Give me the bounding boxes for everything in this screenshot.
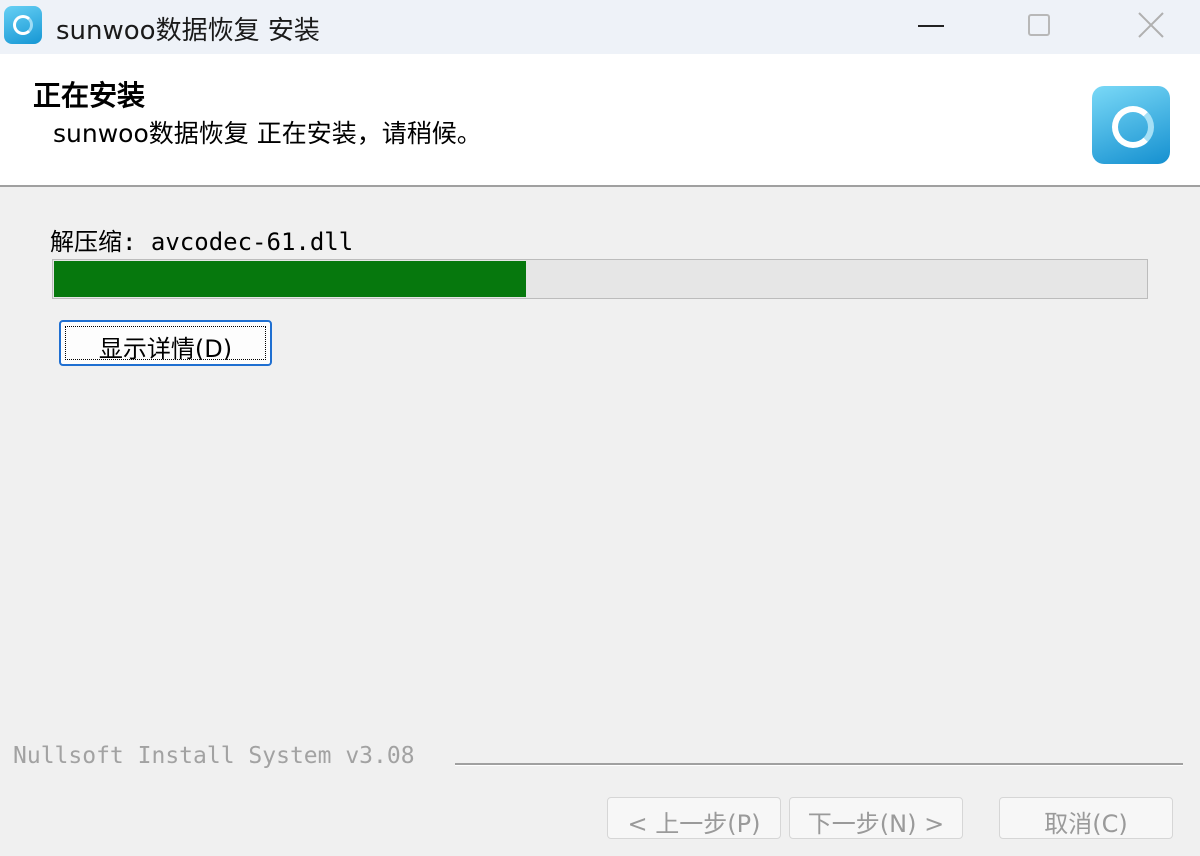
title-bar: sunwoo数据恢复 安装 (0, 0, 1200, 54)
next-button-label: 下一步(N) > (807, 810, 945, 838)
install-status-text: 解压缩: avcodec-61.dll (50, 228, 354, 256)
installer-brand-text: Nullsoft Install System v3.08 (13, 743, 415, 769)
footer-divider (455, 763, 1183, 766)
show-details-button[interactable]: 显示详情(D) (59, 320, 272, 366)
app-logo-icon (4, 6, 42, 44)
show-details-label: 显示详情(D) (98, 335, 233, 363)
page-subtitle: sunwoo数据恢复 正在安装，请稍候。 (53, 119, 482, 148)
minimize-icon (918, 25, 944, 27)
header-panel: 正在安装 sunwoo数据恢复 正在安装，请稍候。 (0, 54, 1200, 187)
close-button[interactable] (1122, 0, 1178, 54)
minimize-button[interactable] (900, 0, 956, 54)
close-icon (1138, 12, 1164, 38)
window-title: sunwoo数据恢复 安装 (56, 16, 320, 46)
cancel-button-label: 取消(C) (1044, 810, 1128, 838)
next-button[interactable]: 下一步(N) > (789, 797, 963, 839)
page-title: 正在安装 (33, 79, 146, 112)
cancel-button[interactable]: 取消(C) (999, 797, 1173, 839)
maximize-button (1011, 0, 1067, 54)
install-progress-bar (52, 259, 1148, 299)
app-logo-icon (1092, 86, 1170, 164)
maximize-icon (1028, 14, 1050, 36)
back-button-label: < 上一步(P) (627, 810, 761, 838)
progress-fill (54, 261, 526, 297)
back-button[interactable]: < 上一步(P) (607, 797, 781, 839)
